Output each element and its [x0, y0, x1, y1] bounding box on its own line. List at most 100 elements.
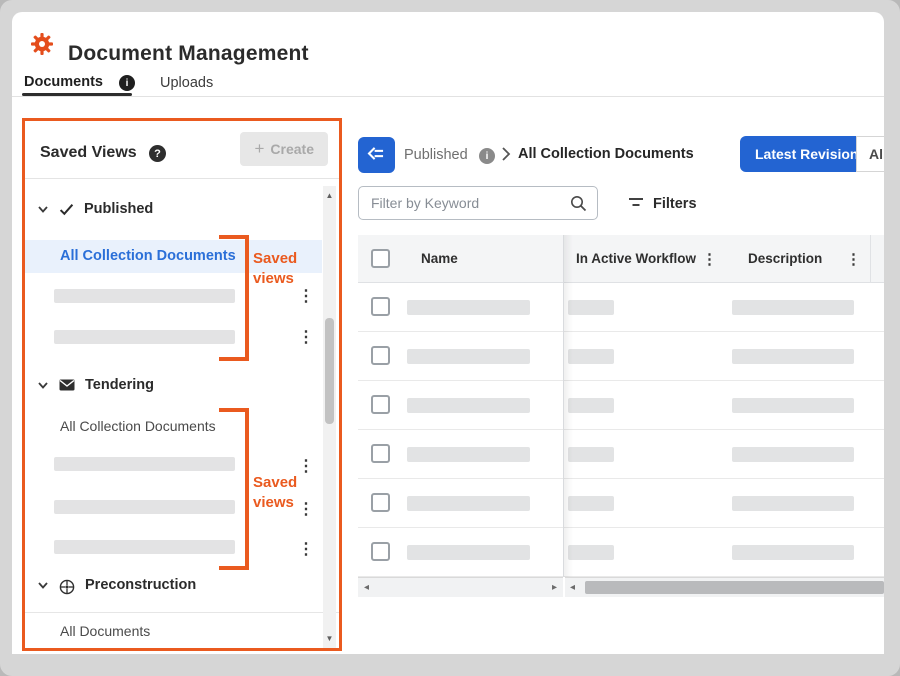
table-row — [358, 430, 884, 479]
kebab-menu-icon[interactable]: ⋮ — [298, 330, 314, 346]
annotation-saved-views: Saved views — [253, 249, 319, 290]
chevron-down-icon — [37, 203, 49, 215]
saved-view-selected-label[interactable]: All Collection Documents — [60, 248, 236, 264]
all-documents-item[interactable]: All Documents — [60, 623, 150, 639]
info-icon[interactable]: i — [119, 75, 135, 91]
all-revisions-button[interactable]: All — [856, 136, 884, 172]
group-tendering[interactable]: Tendering — [37, 377, 154, 393]
name-placeholder — [407, 349, 530, 364]
table-row — [358, 332, 884, 381]
screenshot-frame: Document Management Documents i Uploads … — [0, 0, 900, 676]
chevron-down-icon — [37, 579, 49, 591]
saved-views-panel: Saved Views ? + Create Published All Col… — [22, 118, 342, 651]
workflow-placeholder — [568, 349, 614, 364]
create-button[interactable]: + Create — [240, 132, 328, 166]
workflow-placeholder — [568, 447, 614, 462]
workflow-placeholder — [568, 398, 614, 413]
tab-uploads-label: Uploads — [160, 75, 213, 91]
check-icon — [59, 203, 74, 215]
workflow-placeholder — [568, 300, 614, 315]
column-header-name[interactable]: Name — [421, 251, 458, 266]
tab-documents-label: Documents — [24, 74, 103, 90]
envelope-icon — [59, 379, 75, 391]
filters-label: Filters — [653, 196, 697, 212]
pinned-column-shadow — [564, 235, 573, 577]
horizontal-scrollbar-thumb[interactable] — [585, 581, 884, 594]
sidebar-divider — [25, 178, 339, 179]
column-divider — [870, 235, 871, 283]
filters-button[interactable]: Filters — [628, 195, 697, 213]
chevron-right-icon — [501, 146, 511, 167]
workflow-placeholder — [568, 545, 614, 560]
name-placeholder — [407, 300, 530, 315]
keyword-filter-field — [358, 186, 598, 220]
group-published-label: Published — [84, 201, 153, 217]
saved-view-placeholder — [54, 540, 235, 554]
saved-view-placeholder — [54, 289, 235, 303]
row-checkbox[interactable] — [371, 444, 390, 463]
scroll-right-icon[interactable]: ▸ — [552, 582, 557, 593]
column-menu-icon[interactable]: ⋮ — [702, 250, 717, 268]
main-horizontal-scrollbar[interactable]: ◂ — [565, 577, 884, 597]
scroll-down-icon[interactable]: ▼ — [323, 634, 336, 643]
name-placeholder — [407, 398, 530, 413]
saved-view-placeholder — [54, 457, 235, 471]
select-all-checkbox[interactable] — [371, 249, 390, 268]
gear-icon — [30, 32, 54, 56]
collapse-panel-button[interactable] — [358, 137, 395, 173]
sidebar-scrollbar-thumb[interactable] — [325, 318, 334, 424]
row-checkbox[interactable] — [371, 297, 390, 316]
description-placeholder — [732, 349, 854, 364]
annotation-bracket — [219, 235, 249, 361]
search-input[interactable] — [371, 187, 561, 219]
row-checkbox[interactable] — [371, 395, 390, 414]
saved-views-title: Saved Views — [40, 144, 137, 162]
name-placeholder — [407, 545, 530, 560]
wheel-icon — [59, 579, 75, 591]
name-placeholder — [407, 447, 530, 462]
description-placeholder — [732, 545, 854, 560]
tab-documents[interactable]: Documents — [24, 74, 103, 90]
column-header-workflow[interactable]: In Active Workflow — [576, 251, 696, 266]
table-body — [358, 283, 884, 577]
annotation-saved-views: Saved views — [253, 473, 319, 514]
scroll-left-icon[interactable]: ◂ — [364, 582, 369, 593]
saved-view-placeholder — [54, 500, 235, 514]
group-published[interactable]: Published — [37, 201, 153, 217]
help-icon[interactable]: ? — [149, 145, 166, 162]
sidebar-scrollbar[interactable]: ▲ ▼ — [323, 186, 336, 648]
plus-icon: + — [254, 139, 264, 159]
column-header-description[interactable]: Description — [748, 251, 822, 266]
description-placeholder — [732, 447, 854, 462]
info-icon[interactable]: i — [479, 148, 495, 164]
latest-revision-button[interactable]: Latest Revision — [740, 136, 873, 172]
row-checkbox[interactable] — [371, 542, 390, 561]
row-checkbox[interactable] — [371, 346, 390, 365]
breadcrumb-current: All Collection Documents — [518, 146, 694, 162]
pinned-horizontal-scrollbar[interactable]: ◂ ▸ — [358, 577, 563, 597]
group-preconstruction[interactable]: Preconstruction — [37, 577, 196, 593]
breadcrumb-parent[interactable]: Published — [404, 147, 468, 163]
search-icon[interactable] — [570, 195, 587, 212]
table-row — [358, 479, 884, 528]
scroll-up-icon[interactable]: ▲ — [323, 191, 336, 200]
kebab-menu-icon[interactable]: ⋮ — [298, 289, 314, 305]
group-preconstruction-label: Preconstruction — [85, 577, 196, 593]
sidebar-divider — [25, 612, 339, 613]
description-placeholder — [732, 496, 854, 511]
column-menu-icon[interactable]: ⋮ — [846, 250, 861, 268]
tab-uploads[interactable]: Uploads — [160, 75, 213, 91]
header-divider — [12, 96, 884, 97]
chevron-down-icon — [37, 379, 49, 391]
workflow-placeholder — [568, 496, 614, 511]
scroll-left-icon[interactable]: ◂ — [570, 582, 575, 593]
table-row — [358, 283, 884, 332]
saved-view-placeholder — [54, 330, 235, 344]
kebab-menu-icon[interactable]: ⋮ — [298, 542, 314, 558]
row-checkbox[interactable] — [371, 493, 390, 512]
documents-table: Name In Active Workflow ⋮ Description ⋮ — [358, 235, 884, 597]
create-button-label: Create — [270, 141, 314, 157]
saved-view-item[interactable]: All Collection Documents — [60, 418, 216, 434]
description-placeholder — [732, 300, 854, 315]
annotation-bracket — [219, 408, 249, 570]
